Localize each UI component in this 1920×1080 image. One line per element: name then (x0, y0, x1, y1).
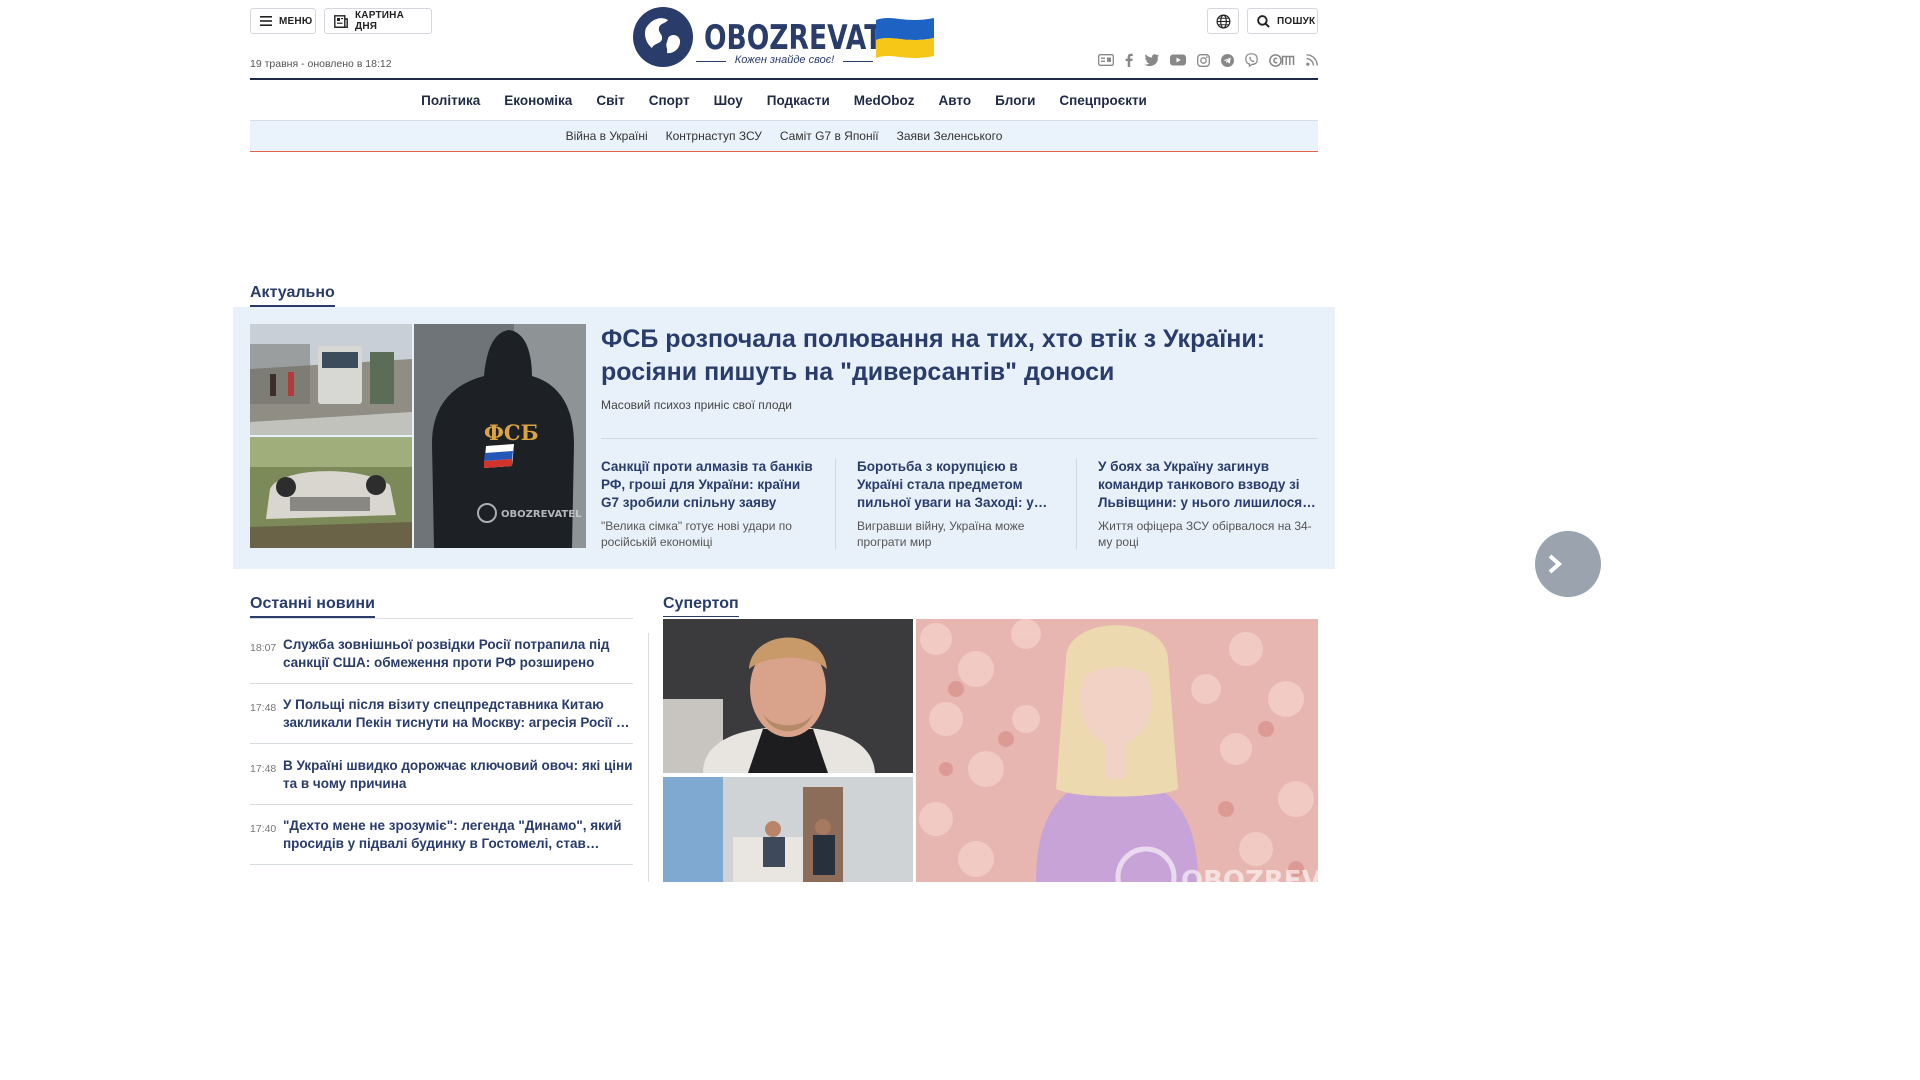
nav-item[interactable]: Економіка (504, 93, 572, 108)
story-card-subtitle: Життя офіцера ЗСУ обірвалося на 34-му ро… (1098, 519, 1312, 549)
coub-icon[interactable] (1269, 53, 1295, 67)
card-separator (835, 458, 836, 550)
story-card[interactable]: У боях за Україну загинув командир танко… (1098, 458, 1318, 550)
main-nav: Політика Економіка Світ Спорт Шоу Подкасти Med… (250, 80, 1318, 121)
news-title[interactable]: "Дехто мене не зрозуміє": легенда "Динам… (283, 817, 633, 853)
main-story-title[interactable]: ФСБ розпочала полювання на тих, хто втік… (601, 323, 1301, 389)
subnav-tag[interactable]: Заяви Зеленського (897, 129, 1003, 143)
facebook-icon[interactable] (1125, 53, 1133, 67)
story-card[interactable]: Боротьба з корупцією в Україні стала пре… (857, 458, 1065, 550)
story-card-title[interactable]: Санкції проти алмазів та банків РФ, грош… (601, 458, 813, 512)
globe-icon (1216, 14, 1230, 28)
logo-slogan: Кожен знайде своє! (696, 54, 873, 66)
news-list-item[interactable]: 17:40 "Дехто мене не зрозуміє": легенда … (250, 817, 633, 865)
sub-nav: Війна в Україні Контрнаступ ЗСУ Саміт G7 в… (250, 121, 1318, 152)
news-time: 18:07 (250, 642, 277, 654)
photo-watermark: OBOZREVATEL (1181, 866, 1318, 882)
story-card-title[interactable]: У боях за Україну загинув командир танко… (1098, 458, 1318, 512)
section-title-supertop: Супертоп (663, 595, 739, 617)
nav-item[interactable]: Авто (939, 93, 972, 108)
twitter-icon[interactable] (1144, 54, 1159, 66)
hamburger-icon (260, 16, 272, 26)
subnav-tag[interactable]: Саміт G7 в Японії (780, 129, 879, 143)
site-logo[interactable]: OBOZREVATEL Кожен знайде своє! (632, 6, 937, 70)
news-title[interactable]: Служба зовнішньої розвідки Росії потрапи… (283, 636, 633, 672)
news-photo-checkpoint[interactable] (250, 324, 412, 435)
story-divider (601, 438, 1318, 439)
chevron-right-icon (1548, 554, 1563, 574)
supertop-photo-woman[interactable]: OBOZREVATEL (916, 619, 1318, 882)
story-card-title[interactable]: Боротьба з корупцією в Україні стала пре… (857, 458, 1065, 512)
latest-underline (250, 618, 633, 619)
supertop-photo-room[interactable] (663, 777, 913, 882)
subnav-tag[interactable]: Війна в Україні (566, 129, 648, 143)
viber-icon[interactable] (1245, 53, 1258, 67)
subnav-tag[interactable]: Контрнаступ ЗСУ (666, 129, 762, 143)
nav-item[interactable]: Спорт (649, 93, 690, 108)
menu-label: МЕНЮ (279, 15, 313, 27)
news-photo-fsb-officer[interactable]: ФСБ OBOZREVATEL (414, 324, 586, 548)
date-updated: 19 травня - оновлено в 18:12 (250, 58, 392, 70)
card-separator (1076, 458, 1077, 550)
photo-watermark: OBOZREVATEL (501, 509, 582, 520)
nav-item[interactable]: Блоги (995, 93, 1035, 108)
instagram-icon[interactable] (1197, 53, 1210, 67)
nav-item[interactable]: Політика (421, 93, 480, 108)
youtube-icon[interactable] (1170, 54, 1186, 66)
fsb-patch-text: ФСБ (484, 420, 539, 445)
social-links (1098, 53, 1318, 67)
story-card[interactable]: Санкції проти алмазів та банків РФ, грош… (601, 458, 813, 550)
news-title[interactable]: В Україні швидко дорожчає ключовий овоч:… (283, 757, 633, 793)
carousel-next-button[interactable] (1535, 531, 1601, 597)
news-list-item[interactable]: 18:07 Служба зовнішньої розвідки Росії п… (250, 636, 633, 684)
news-photo-overturned-car[interactable] (250, 437, 412, 548)
nav-item[interactable]: MedOboz (854, 93, 915, 108)
newspaper-icon (334, 14, 348, 28)
globe-logo-icon (633, 7, 693, 67)
search-label: ПОШУК (1277, 15, 1316, 27)
news-time: 17:48 (250, 702, 277, 714)
ukraine-flag-icon (876, 18, 934, 58)
column-separator (648, 633, 649, 882)
story-card-subtitle: Вигравши війну, Україна може програти ми… (857, 519, 1025, 549)
language-button[interactable] (1207, 8, 1239, 34)
nav-item[interactable]: Спецпроєкти (1059, 93, 1146, 108)
nav-item[interactable]: Шоу (714, 93, 743, 108)
nav-item[interactable]: Світ (596, 93, 624, 108)
google-news-icon[interactable] (1098, 54, 1114, 66)
search-icon (1257, 14, 1270, 28)
news-time: 17:40 (250, 823, 277, 835)
main-story-subtitle: Масовий психоз приніс свої плоди (601, 398, 793, 412)
section-title-actual: Актуально (250, 284, 335, 307)
menu-button[interactable]: МЕНЮ (250, 8, 316, 34)
news-list-item[interactable]: 17:48 В Україні швидко дорожчає ключовий… (250, 757, 633, 805)
supertop-photo-man[interactable] (663, 619, 913, 773)
search-button[interactable]: ПОШУК (1247, 8, 1318, 34)
news-list-item[interactable]: 17:48 У Польщі після візиту спецпредстав… (250, 696, 633, 744)
section-title-latest: Останні новини (250, 595, 375, 618)
news-time: 17:48 (250, 763, 277, 775)
news-title[interactable]: У Польщі після візиту спецпредставника К… (283, 696, 633, 732)
picture-of-day-button[interactable]: КАРТИНА ДНЯ (324, 8, 432, 34)
nav-item[interactable]: Подкасти (767, 93, 830, 108)
telegram-icon[interactable] (1221, 53, 1234, 67)
story-card-subtitle: "Велика сімка" готує нові удари по росій… (601, 519, 792, 549)
picture-of-day-label: КАРТИНА ДНЯ (355, 10, 405, 32)
rss-icon[interactable] (1306, 54, 1318, 66)
